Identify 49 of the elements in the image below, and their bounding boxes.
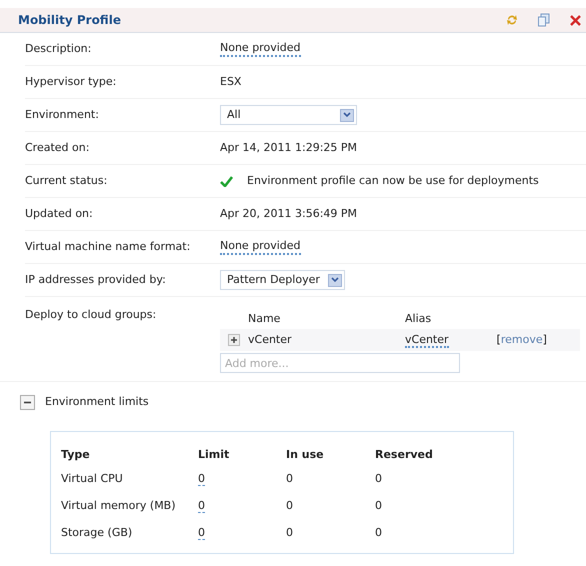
status-text: Environment profile can now be use for deployments [247,172,539,189]
check-icon [220,176,233,186]
field-value: Apr 14, 2011 1:29:25 PM [220,140,358,156]
field-label: Created on: [25,140,90,156]
field-label: Environment: [25,106,100,123]
table-cell: 0 [375,498,382,512]
column-header: Name [247,310,282,326]
field-label: Current status: [25,172,108,189]
dropdown[interactable]: Pattern Deployer [220,270,345,290]
editable-value[interactable]: None provided [220,239,300,255]
limit-value[interactable]: 0 [198,498,205,513]
editable-value[interactable]: None provided [220,41,300,57]
table-cell: 0 [375,526,382,539]
field-label: Deploy to cloud groups: [25,307,158,323]
table-cell: 0 [286,526,293,539]
table-cell: 0 [375,472,382,485]
caret-icon [328,274,342,286]
dropdown[interactable]: All [220,105,357,125]
column-header: Type [61,447,91,464]
limit-value[interactable]: 0 [198,472,205,486]
column-header: Limit [198,447,230,464]
field-value: ESX [220,74,242,90]
table-cell: 0 [286,472,293,485]
panel-title: Mobility Profile [18,12,121,29]
column-header: In use [286,447,325,464]
section-title: Environment limits [45,394,149,410]
table-cell: Virtual memory (MB) [61,498,176,512]
add-more-field[interactable]: Add more... [220,353,460,373]
table-cell: 0 [286,498,293,512]
field-label: Hypervisor type: [25,74,118,90]
copy-icon[interactable] [537,13,551,27]
field-label: Virtual machine name format: [25,238,192,255]
plus-icon [230,336,238,344]
table-cell: Storage (GB) [61,526,132,539]
field-value: Apr 20, 2011 3:56:49 PM [220,206,358,222]
field-label: Description: [25,40,92,57]
remove-link[interactable]: [remove] [496,332,547,348]
table-cell-text: vCenter [248,332,293,348]
close-icon[interactable] [569,14,582,26]
column-header: Reserved [375,447,434,464]
table-cell: Virtual CPU [61,472,123,485]
alias-value[interactable]: vCenter [405,332,449,348]
collapse-toggle[interactable] [20,394,35,410]
limit-value[interactable]: 0 [198,526,205,540]
field-label: Updated on: [25,206,94,222]
expand-toggle[interactable] [228,334,240,346]
caret-icon [340,108,354,122]
field-label: IP addresses provided by: [25,272,167,288]
column-header: Alias [405,310,432,326]
